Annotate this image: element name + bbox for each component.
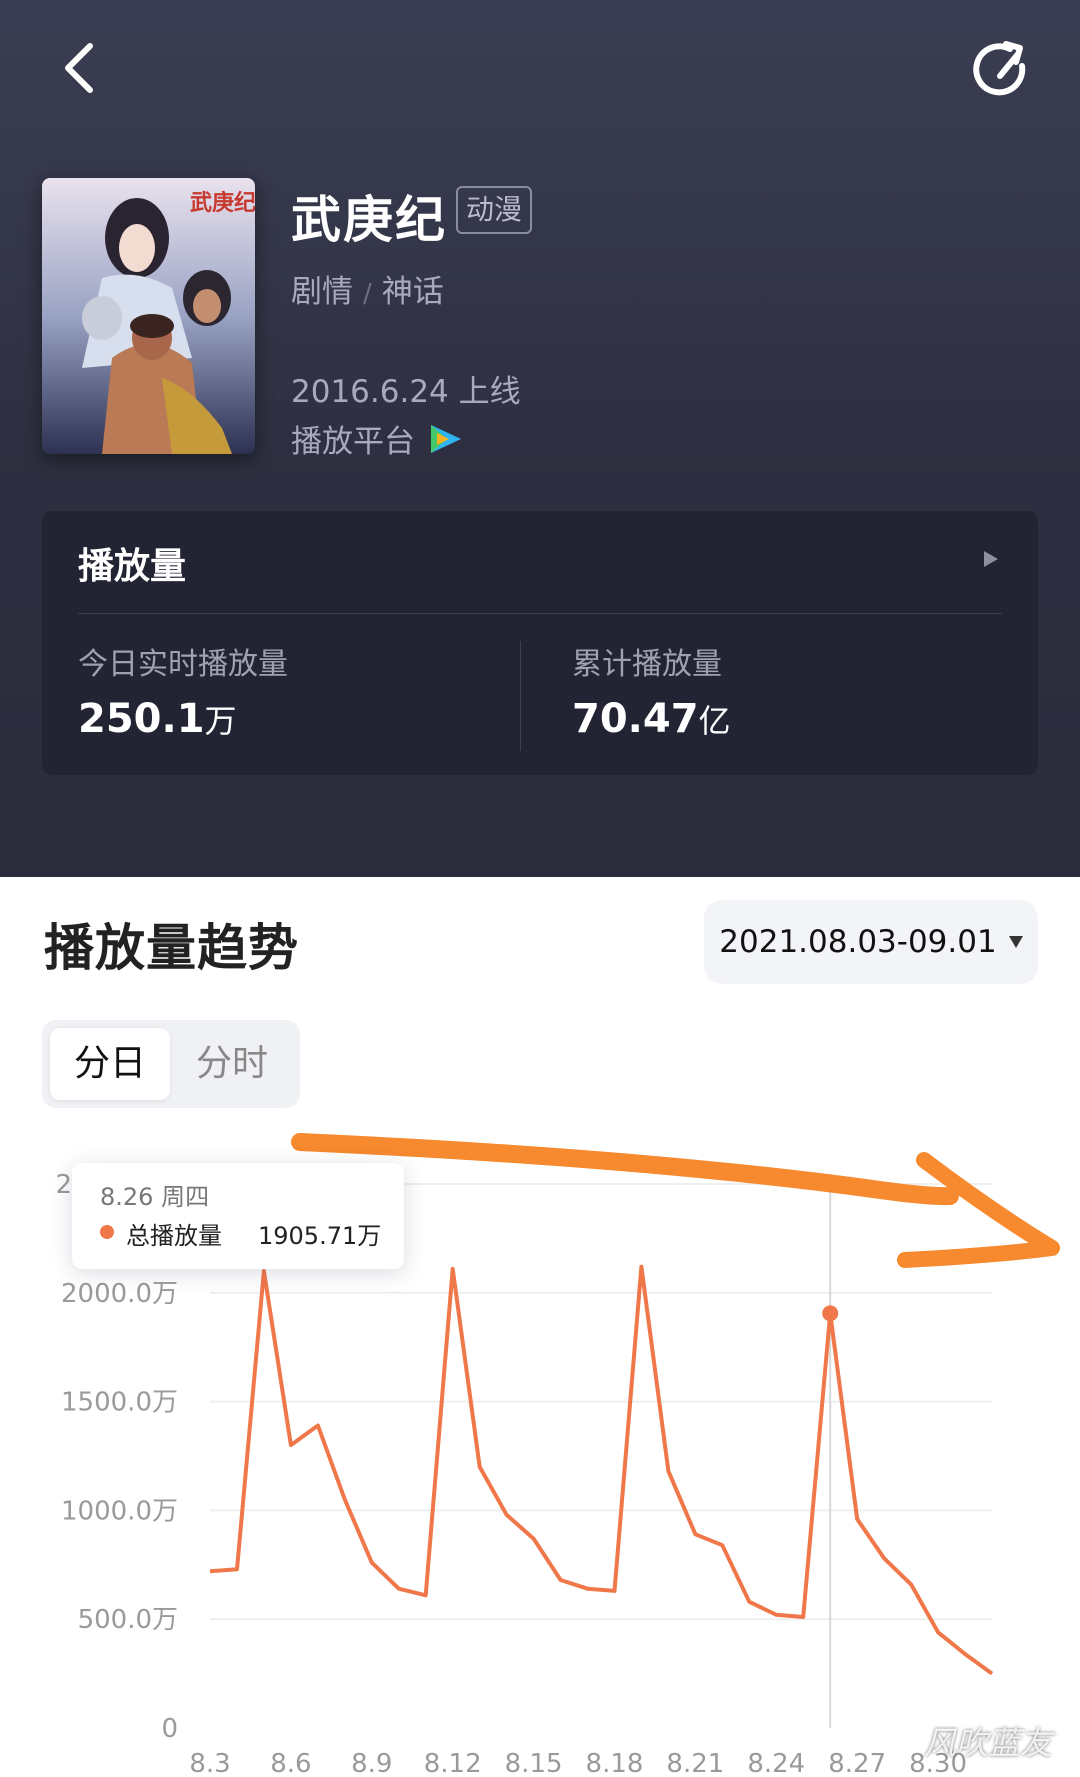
series-line <box>209 1264 994 1676</box>
tab-daily[interactable]: 分日 <box>50 1028 170 1100</box>
arrow-right-icon[interactable] <box>984 551 998 567</box>
y-tick-label: 1500.0万 <box>61 1388 178 1418</box>
x-tick-label: 8.21 <box>666 1749 724 1777</box>
x-tick-label: 8.6 <box>270 1749 311 1777</box>
divider <box>78 613 1002 614</box>
share-button[interactable] <box>972 40 1034 102</box>
tencent-video-icon[interactable] <box>427 423 463 455</box>
today-value: 250.1万 <box>78 696 237 742</box>
x-tick-label: 8.3 <box>189 1749 230 1777</box>
x-tick-label: 8.15 <box>505 1749 563 1777</box>
annotation-arrow <box>291 1133 1060 1268</box>
date-range-value: 2021.08.03-09.01 <box>719 924 997 960</box>
date-range-select[interactable]: 2021.08.03-09.01 <box>704 900 1038 984</box>
category-badge: 动漫 <box>456 186 533 234</box>
genre-tag: 剧情 <box>291 274 353 310</box>
watermark: 风吹蓝友 <box>924 1724 1053 1762</box>
caret-down-icon <box>1008 936 1023 948</box>
highlight-point[interactable] <box>822 1305 839 1322</box>
release-date: 2016.6.24 上线 <box>291 374 521 410</box>
share-refresh-icon <box>973 41 1026 96</box>
divider <box>520 641 521 751</box>
chevron-left-icon <box>65 43 93 93</box>
x-tick-label: 8.18 <box>586 1749 644 1777</box>
genre-tag: 神话 <box>381 274 444 310</box>
tooltip-date: 8.26 周四 <box>100 1183 210 1211</box>
play-count-card[interactable]: 播放量 今日实时播放量 250.1万 累计播放量 70.47亿 <box>42 511 1038 775</box>
poster-image[interactable]: 武庚纪 <box>42 178 255 454</box>
show-title: 武庚纪 <box>291 191 447 249</box>
y-tick-label: 2 <box>55 1170 72 1200</box>
x-tick-label: 8.24 <box>747 1749 805 1777</box>
svg-text:武庚纪: 武庚纪 <box>190 190 255 216</box>
granularity-tabs: 分日 分时 <box>42 1020 300 1108</box>
total-number: 70.47 <box>572 696 699 742</box>
today-unit: 万 <box>204 702 237 740</box>
tooltip-series: 总播放量 <box>126 1222 222 1250</box>
genre-list: 剧情 / 神话 <box>291 266 444 311</box>
genre-separator: / <box>363 279 372 309</box>
today-label: 今日实时播放量 <box>78 647 288 682</box>
today-number: 250.1 <box>78 696 205 742</box>
tooltip-value: 1905.71万 <box>258 1222 382 1250</box>
total-label: 累计播放量 <box>572 647 722 682</box>
back-button[interactable] <box>58 40 102 96</box>
card-title: 播放量 <box>78 546 187 587</box>
y-tick-label: 1000.0万 <box>61 1496 178 1526</box>
x-tick-label: 8.9 <box>351 1749 392 1777</box>
trend-title: 播放量趋势 <box>44 919 299 977</box>
y-tick-label: 500.0万 <box>78 1605 178 1635</box>
x-tick-label: 8.27 <box>828 1749 886 1777</box>
legend-dot <box>100 1225 114 1239</box>
platform-label: 播放平台 <box>291 424 415 460</box>
tab-hourly[interactable]: 分时 <box>172 1028 292 1100</box>
chart-tooltip: 8.26 周四 总播放量 1905.71万 <box>72 1163 404 1269</box>
y-tick-label: 0 <box>161 1714 178 1744</box>
x-tick-label: 8.12 <box>424 1749 482 1777</box>
platform-row: 播放平台 <box>291 416 463 461</box>
total-unit: 亿 <box>698 702 731 740</box>
header-section: 武庚纪 武庚纪 动漫 剧情 / 神话 2016.6.24 上线 播放平台 播放量 今… <box>0 0 1080 877</box>
y-tick-label: 2000.0万 <box>61 1279 178 1309</box>
total-value: 70.47亿 <box>572 696 731 742</box>
